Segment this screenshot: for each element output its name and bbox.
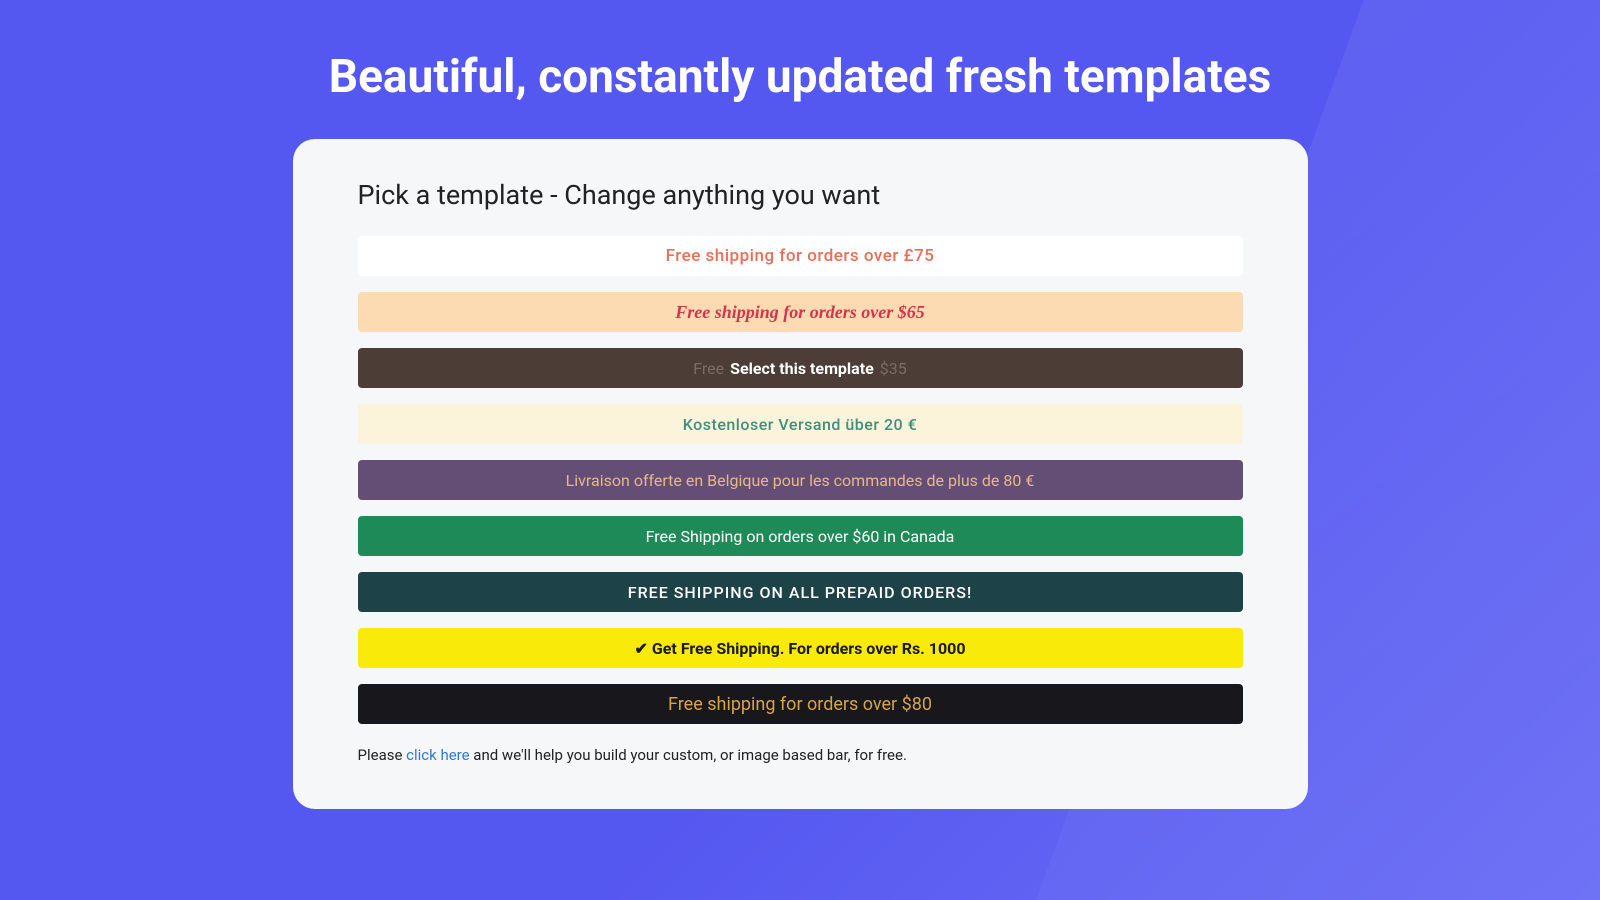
templates-card: Pick a template - Change anything you wa…	[293, 139, 1308, 809]
template-bar-label: Free shipping for orders over $80	[668, 694, 932, 715]
template-bar-canada[interactable]: Free Shipping on orders over $60 in Cana…	[358, 516, 1243, 556]
template-bar-belgique[interactable]: Livraison offerte en Belgique pour les c…	[358, 460, 1243, 500]
template-bar-eur20[interactable]: Kostenloser Versand über 20 €	[358, 404, 1243, 444]
template-bar-label: FREE SHIPPING ON ALL PREPAID ORDERS!	[628, 583, 972, 602]
template-bar-pre: Free	[693, 359, 724, 378]
page-headline: Beautiful, constantly updated fresh temp…	[0, 0, 1600, 104]
template-bar-cta: Select this template	[730, 359, 874, 378]
template-bar-list: Free shipping for orders over £75 Free s…	[358, 236, 1243, 724]
card-subhead: Pick a template - Change anything you wa…	[358, 179, 1243, 211]
template-bar-prepaid[interactable]: FREE SHIPPING ON ALL PREPAID ORDERS!	[358, 572, 1243, 612]
template-bar-select-cta[interactable]: Free Select this template $35	[358, 348, 1243, 388]
template-bar-label: Free Shipping on orders over $60 in Cana…	[646, 527, 955, 546]
template-bar-suf: $35	[880, 359, 907, 378]
template-bar-label: Free shipping for orders over £75	[666, 246, 935, 266]
template-bar-usd65[interactable]: Free shipping for orders over $65	[358, 292, 1243, 332]
helper-text: Please click here and we'll help you bui…	[358, 746, 1243, 764]
helper-pre: Please	[358, 746, 407, 764]
helper-suf: and we'll help you build your custom, or…	[470, 746, 907, 764]
template-bar-label: ✔ Get Free Shipping. For orders over Rs.…	[635, 639, 966, 658]
template-bar-usd80[interactable]: Free shipping for orders over $80	[358, 684, 1243, 724]
template-bar-gbp75[interactable]: Free shipping for orders over £75	[358, 236, 1243, 276]
template-bar-rs1000[interactable]: ✔ Get Free Shipping. For orders over Rs.…	[358, 628, 1243, 668]
helper-link[interactable]: click here	[406, 746, 469, 764]
template-bar-label: Free shipping for orders over $65	[675, 302, 925, 323]
template-bar-label: Kostenloser Versand über 20 €	[683, 415, 917, 434]
template-bar-label: Livraison offerte en Belgique pour les c…	[566, 471, 1035, 490]
